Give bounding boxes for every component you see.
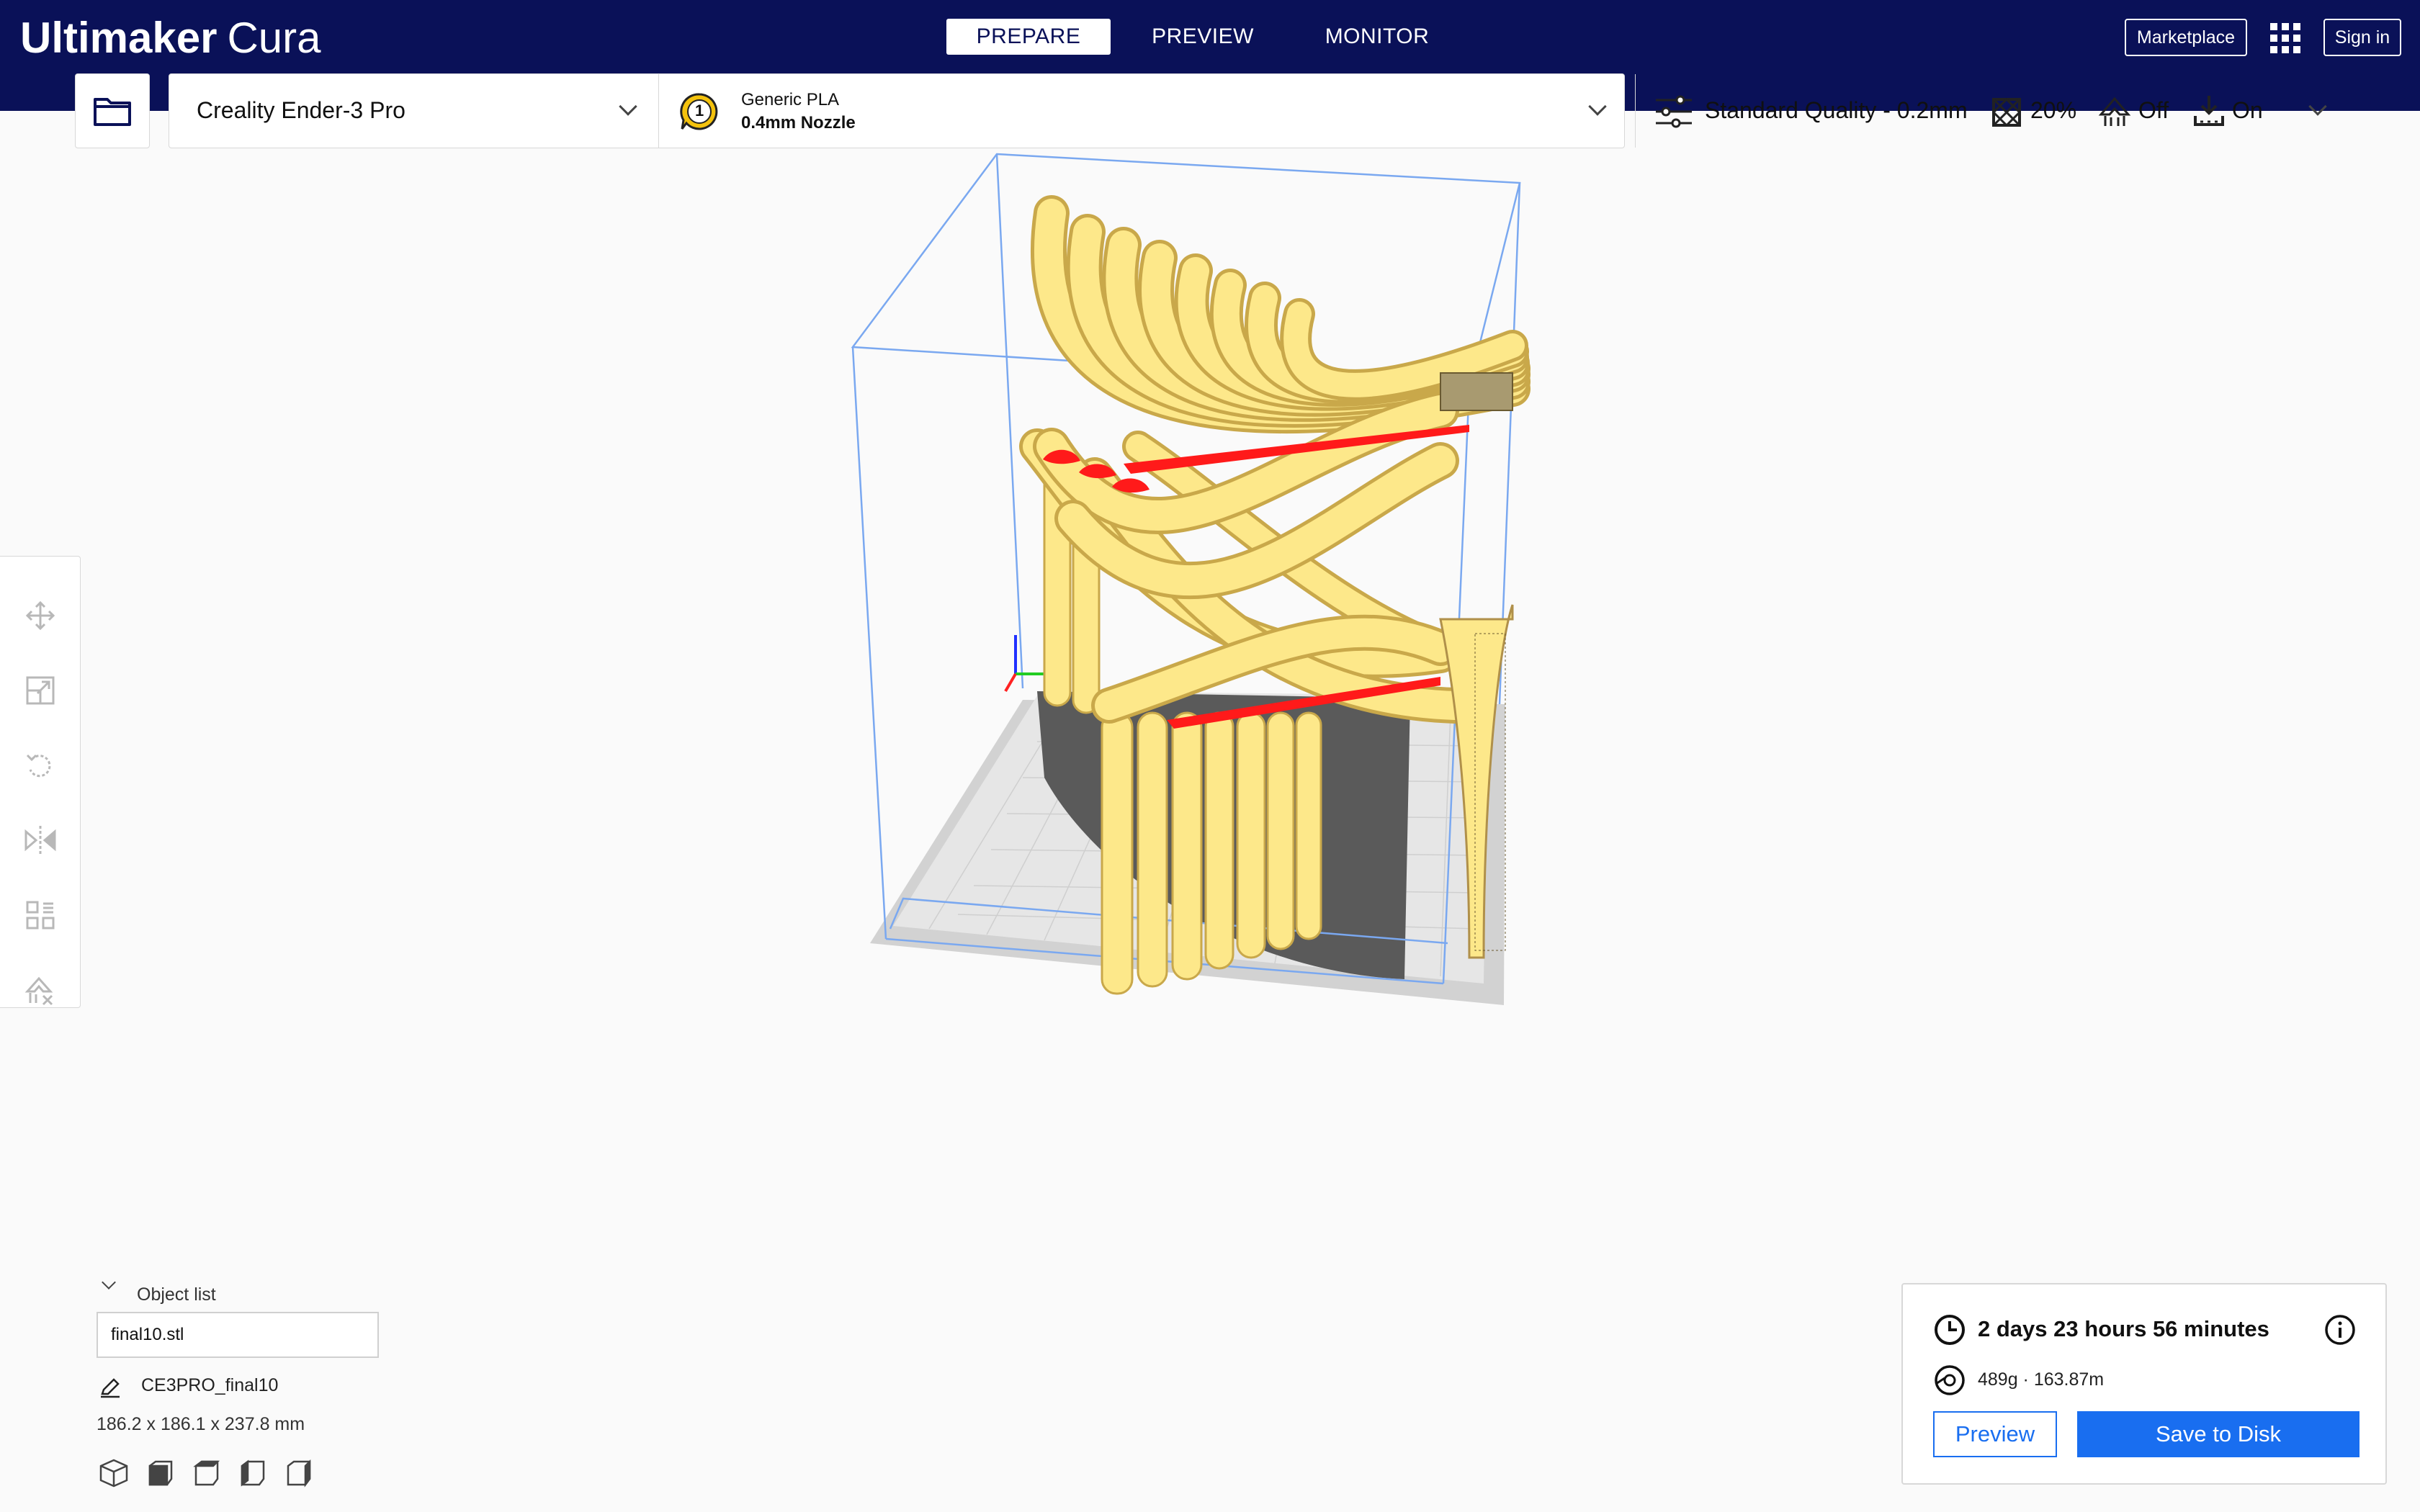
sliders-icon [1656, 95, 1692, 128]
quality-profile: Standard Quality - 0.2mm [1705, 97, 1968, 123]
logo-bold-text: Ultimaker [20, 13, 218, 62]
infill-icon [1991, 97, 2022, 127]
move-tool-icon[interactable] [19, 594, 62, 637]
mirror-tool-icon[interactable] [19, 819, 62, 862]
top-view-icon[interactable] [189, 1456, 223, 1490]
scale-tool-icon[interactable] [19, 669, 62, 712]
front-view-icon[interactable] [143, 1456, 177, 1490]
print-settings-selector[interactable]: Standard Quality - 0.2mm 20% Off On [1636, 74, 2344, 148]
adhesion-value: On [2232, 97, 2263, 123]
folder-open-icon [94, 98, 131, 126]
printer-name: Creality Ender-3 Pro [197, 97, 405, 123]
left-view-icon[interactable] [235, 1456, 269, 1490]
pencil-icon[interactable] [99, 1377, 121, 1398]
tab-prepare[interactable]: PREPARE [946, 19, 1111, 55]
transform-tools-panel [0, 556, 81, 1008]
print-time: 2 days 23 hours 56 minutes [1978, 1316, 2269, 1341]
material-selector[interactable]: 1 Generic PLA 0.4mm Nozzle [659, 74, 1636, 148]
object-list-header[interactable]: Object list [137, 1284, 216, 1305]
preview-button[interactable]: Preview [1933, 1411, 2057, 1457]
nozzle-size: 0.4mm Nozzle [741, 113, 856, 132]
chevron-down-icon [1588, 97, 1607, 116]
tab-monitor[interactable]: MONITOR [1295, 19, 1459, 55]
clock-icon [1935, 1315, 1965, 1345]
chevron-down-icon[interactable] [102, 1275, 116, 1290]
app-logo: Ultimaker Cura [20, 7, 321, 68]
save-to-disk-button[interactable]: Save to Disk [2077, 1411, 2360, 1457]
support-icon [2098, 96, 2131, 126]
stage-tabs: PREPARE PREVIEW MONITOR [946, 19, 1469, 55]
object-list-panel: Object list final10.stl CE3PRO_final10 1… [97, 1274, 428, 1505]
object-dimensions: 186.2 x 186.1 x 237.8 mm [97, 1414, 305, 1434]
rotate-tool-icon[interactable] [19, 744, 62, 787]
object-list-item[interactable]: final10.stl [97, 1312, 379, 1358]
logo-light-text: Cura [227, 13, 321, 62]
spool-icon [1935, 1365, 1965, 1395]
support-value: Off [2138, 97, 2169, 123]
material-usage: 489g · 163.87m [1978, 1369, 2105, 1390]
right-view-icon[interactable] [281, 1456, 315, 1490]
print-summary-panel: 2 days 23 hours 56 minutes 489g · 163.87… [1901, 1283, 2387, 1485]
job-name[interactable]: CE3PRO_final10 [141, 1375, 278, 1396]
info-icon[interactable] [2323, 1313, 2357, 1346]
extruder-number: 1 [695, 102, 704, 120]
adhesion-icon [2194, 96, 2224, 126]
sign-in-button[interactable]: Sign in [2323, 19, 2401, 56]
support-blocker-icon[interactable] [19, 968, 62, 1012]
infill-value: 20% [2030, 97, 2077, 123]
tab-preview[interactable]: PREVIEW [1121, 19, 1285, 55]
marketplace-button[interactable]: Marketplace [2125, 19, 2247, 56]
print-setup-toolbar: Creality Ender-3 Pro 1 Generic PLA 0.4mm… [169, 73, 2327, 148]
per-model-settings-icon[interactable] [19, 894, 62, 937]
chevron-down-icon [619, 97, 637, 116]
grid-9-dots-icon[interactable] [2270, 23, 2300, 53]
3d-viewport[interactable] [792, 144, 1556, 1022]
open-file-button[interactable] [75, 73, 150, 148]
3d-view-icon[interactable] [97, 1456, 131, 1490]
material-name: Generic PLA [741, 90, 840, 109]
chevron-down-icon [2308, 97, 2327, 116]
printer-selector[interactable]: Creality Ender-3 Pro [169, 74, 659, 148]
